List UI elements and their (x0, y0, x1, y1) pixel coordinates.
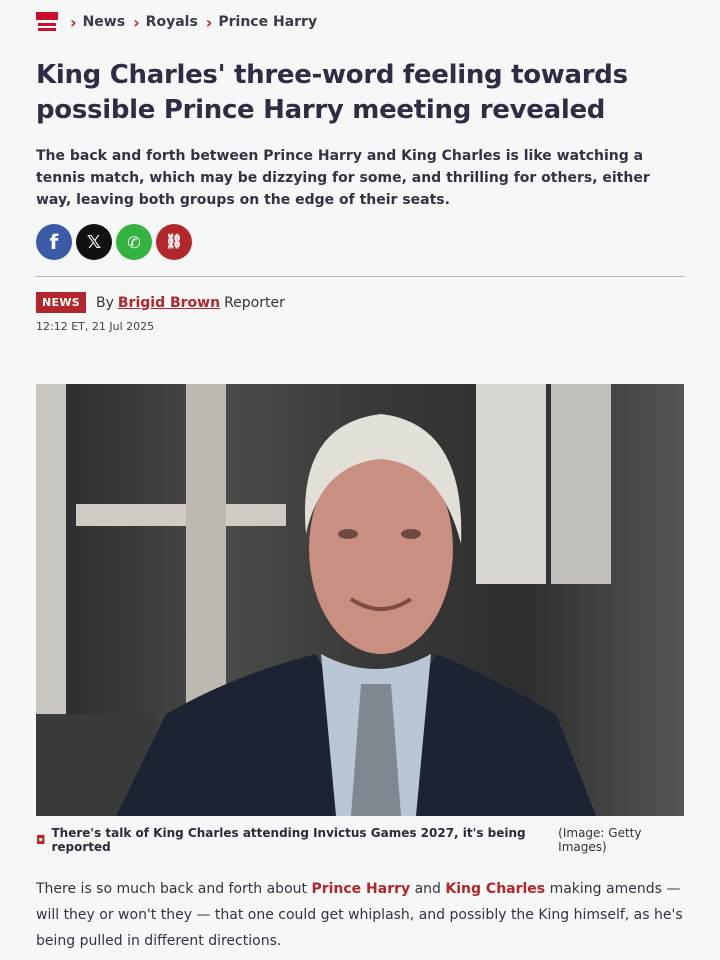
chevron-right-icon: › (133, 12, 140, 32)
camera-icon: ◘ (36, 833, 46, 847)
copy-link-icon[interactable]: ⛓ (156, 224, 192, 260)
site-logo[interactable] (36, 12, 58, 32)
caption-credit: (Image: Getty Images) (558, 826, 642, 854)
portrait-illustration (116, 414, 596, 816)
breadcrumb-news[interactable]: News (83, 14, 125, 30)
para-text: There is so much back and forth about (36, 881, 312, 897)
author-role: Reporter (224, 294, 285, 311)
facebook-share-icon[interactable]: f (36, 224, 72, 260)
byline: NEWS By Brigid Brown Reporter (36, 292, 285, 313)
whatsapp-share-icon[interactable]: ✆ (116, 224, 152, 260)
caption-text: There's talk of King Charles attending I… (51, 826, 526, 854)
standfirst: The back and forth between Prince Harry … (36, 148, 650, 208)
byline-by: By (95, 294, 114, 311)
share-bar: f 𝕏 ✆ ⛓ (36, 224, 192, 260)
breadcrumb: › News › Royals › Prince Harry (36, 12, 317, 32)
publish-timestamp: 12:12 ET, 21 Jul 2025 (36, 320, 155, 333)
photo-caption: ◘ There's talk of King Charles attending… (36, 826, 684, 854)
headline: King Charles' three-word feeling towards… (36, 60, 628, 125)
breadcrumb-royals[interactable]: Royals (146, 14, 198, 30)
link-king-charles[interactable]: King Charles (445, 881, 545, 897)
para-text: and (410, 881, 446, 897)
chevron-right-icon: › (205, 12, 213, 32)
article-paragraph: There is so much back and forth about Pr… (36, 876, 684, 954)
x-share-icon[interactable]: 𝕏 (76, 224, 112, 260)
author-link[interactable]: Brigid Brown (118, 295, 220, 311)
chevron-right-icon: › (70, 12, 77, 32)
article-photo (36, 384, 684, 816)
category-badge: NEWS (36, 292, 86, 313)
breadcrumb-prince-harry[interactable]: Prince Harry (218, 14, 317, 30)
link-prince-harry[interactable]: Prince Harry (311, 881, 410, 897)
divider (36, 276, 684, 277)
